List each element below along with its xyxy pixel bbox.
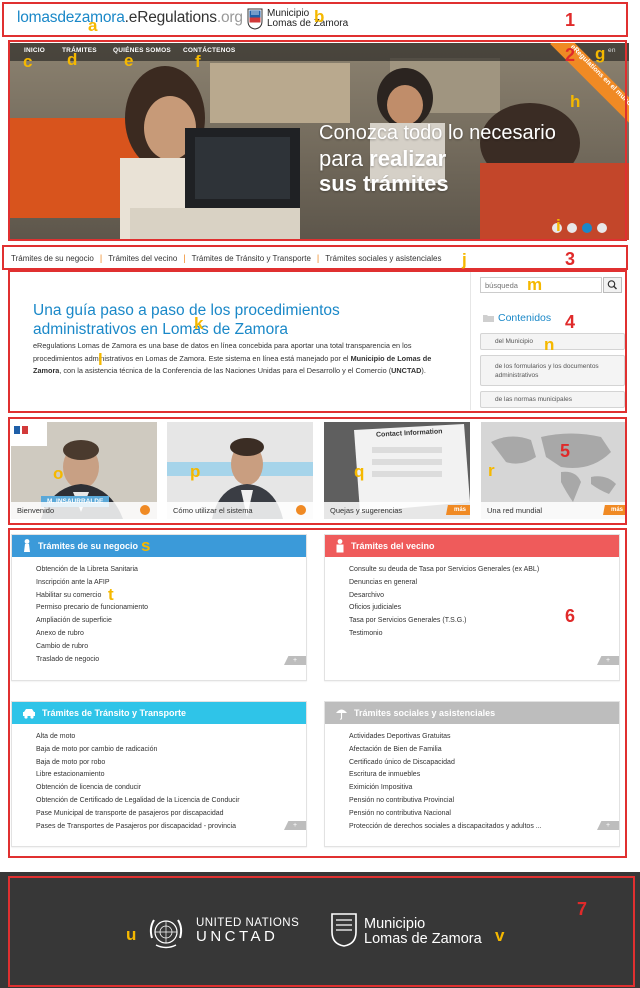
annotation-number: 7 [577,899,588,919]
annotation-letter: b [314,7,325,26]
annotation-letter: p [190,462,201,481]
annotation-box [2,245,628,270]
annotation-letter: d [67,50,78,69]
annotation-box [8,417,627,525]
annotation-letter: q [354,462,365,481]
annotation-letter: o [53,464,64,483]
annotation-letter: g [595,44,606,63]
annotation-letter: f [195,52,201,71]
annotation-letter: l [98,350,103,369]
annotation-letter: c [23,52,33,71]
annotation-letter: s [141,536,151,555]
annotation-letter: k [194,314,204,333]
annotation-letter: m [527,275,543,294]
annotation-number: 4 [565,312,576,332]
annotation-number: 1 [565,10,576,30]
annotation-number: 3 [565,249,576,269]
annotation-letter: e [124,51,134,70]
annotation-letter: i [556,216,561,235]
annotation-number: 2 [565,45,576,65]
annotation-number: 6 [565,606,576,626]
annotation-letter: t [108,585,114,604]
annotation-letter: v [495,926,505,945]
annotation-number: 5 [560,441,571,461]
annotation-box [8,40,627,241]
annotation-box [8,876,635,987]
annotation-letter: j [462,250,467,269]
annotation-letter: r [488,461,495,480]
annotation-box [8,528,627,858]
annotation-letter: n [544,335,555,354]
annotation-letter: u [126,925,137,944]
annotation-letter: h [570,92,581,111]
annotation-letter: a [88,16,98,35]
